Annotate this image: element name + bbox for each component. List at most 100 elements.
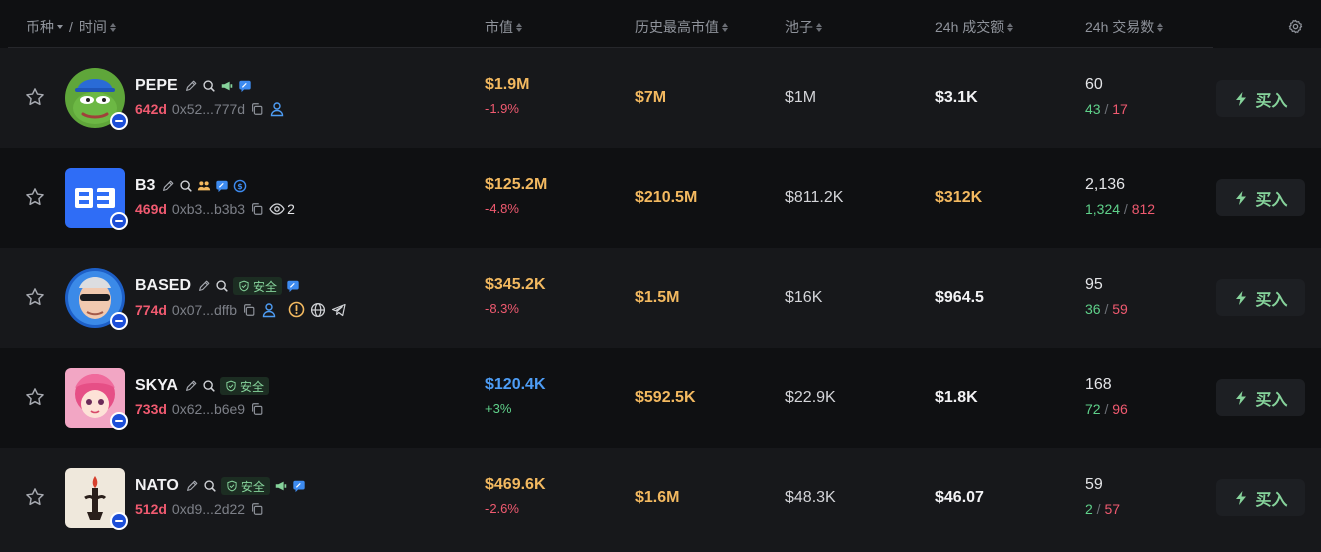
search-icon[interactable] bbox=[202, 379, 216, 393]
header-txs[interactable]: 24h 交易数 bbox=[1085, 17, 1164, 37]
buy-label: 买入 bbox=[1255, 491, 1288, 509]
header-volume[interactable]: 24h 成交额 bbox=[935, 17, 1014, 37]
star-icon[interactable] bbox=[24, 86, 46, 108]
user-icon[interactable] bbox=[269, 101, 285, 117]
sort-icon[interactable] bbox=[1157, 22, 1164, 32]
eye-icon[interactable] bbox=[269, 201, 285, 217]
chat-icon[interactable] bbox=[292, 479, 306, 493]
star-icon[interactable] bbox=[24, 486, 46, 508]
header-mcap-label: 市值 bbox=[485, 19, 513, 35]
buy-sell-count: 2 / 57 bbox=[1085, 501, 1120, 517]
token-age: 733d bbox=[135, 401, 167, 417]
token-address: 0xd9...2d22 bbox=[171, 501, 246, 517]
token-sub-line: 774d 0x07...dffb bbox=[135, 301, 347, 318]
pencil-icon[interactable] bbox=[184, 379, 198, 393]
megaphone-icon[interactable] bbox=[220, 79, 234, 93]
header-ath[interactable]: 历史最高市值 bbox=[635, 17, 728, 37]
pencil-icon[interactable] bbox=[184, 79, 198, 93]
star-icon[interactable] bbox=[24, 186, 46, 208]
bolt-icon bbox=[1233, 489, 1249, 507]
token-symbol[interactable]: SKYA bbox=[135, 377, 178, 395]
search-icon[interactable] bbox=[179, 179, 193, 193]
chain-badge bbox=[110, 312, 128, 330]
token-symbol[interactable]: BASED bbox=[135, 277, 191, 295]
avatar bbox=[65, 168, 128, 230]
buy-button[interactable]: 买入 bbox=[1216, 279, 1305, 316]
chain-badge bbox=[110, 512, 128, 530]
header-volume-label: 24h 成交额 bbox=[935, 19, 1005, 35]
table-row[interactable]: BASED 安全 774d 0x07...dffb $345.2K -8.3% … bbox=[0, 248, 1321, 348]
buy-button[interactable]: 买入 bbox=[1216, 179, 1305, 216]
sort-icon[interactable] bbox=[816, 22, 822, 32]
token-sub-line: 642d 0x52...777d bbox=[135, 101, 285, 117]
table-row[interactable]: SKYA 安全 733d 0x62...b6e9 $120.4K +3% $59… bbox=[0, 348, 1321, 448]
token-age: 512d bbox=[135, 501, 167, 517]
buy-sell-count: 72 / 96 bbox=[1085, 401, 1128, 417]
slash: / bbox=[1100, 401, 1113, 417]
search-icon[interactable] bbox=[215, 279, 229, 293]
chat-icon[interactable] bbox=[238, 79, 252, 93]
gear-icon[interactable] bbox=[1288, 19, 1303, 34]
token-symbol[interactable]: PEPE bbox=[135, 77, 178, 95]
pool-value: $22.9K bbox=[785, 389, 836, 406]
warning-icon[interactable] bbox=[288, 301, 305, 318]
buy-button[interactable]: 买入 bbox=[1216, 80, 1305, 117]
bolt-icon bbox=[1233, 289, 1249, 307]
copy-icon[interactable] bbox=[250, 202, 264, 216]
token-name-line: NATO 安全 bbox=[135, 477, 306, 495]
copy-icon[interactable] bbox=[242, 303, 256, 317]
pencil-icon[interactable] bbox=[185, 479, 199, 493]
chat-icon[interactable] bbox=[286, 279, 300, 293]
star-icon[interactable] bbox=[24, 286, 46, 308]
price-change: +3% bbox=[485, 401, 512, 416]
sort-icon[interactable] bbox=[1007, 22, 1014, 32]
pencil-icon[interactable] bbox=[161, 179, 175, 193]
search-icon[interactable] bbox=[202, 79, 216, 93]
sell-count: 812 bbox=[1131, 201, 1156, 217]
buy-label: 买入 bbox=[1255, 291, 1288, 309]
safe-label: 安全 bbox=[240, 479, 265, 494]
table-row[interactable]: B3 469d 0xb3...b3b3 2 $125.2M -4.8% $210… bbox=[0, 148, 1321, 248]
ath-market-cap: $1.5M bbox=[635, 289, 680, 306]
search-icon[interactable] bbox=[203, 479, 217, 493]
token-address: 0x52...777d bbox=[171, 101, 246, 117]
chat-icon[interactable] bbox=[215, 179, 229, 193]
buy-label: 买入 bbox=[1255, 191, 1288, 209]
token-symbol[interactable]: NATO bbox=[135, 477, 179, 495]
table-row[interactable]: PEPE 642d 0x52...777d $1.9M -1.9% $7M $1… bbox=[0, 48, 1321, 148]
sort-icon[interactable] bbox=[109, 22, 116, 32]
globe-icon[interactable] bbox=[310, 302, 326, 318]
table-row[interactable]: NATO 安全 512d 0xd9...2d22 $469.6K -2.6% $… bbox=[0, 448, 1321, 552]
sell-count: 57 bbox=[1104, 501, 1121, 517]
copy-icon[interactable] bbox=[250, 402, 264, 416]
header-coin-time[interactable]: 币种 / 时间 bbox=[26, 17, 116, 37]
slash: / bbox=[1100, 101, 1113, 117]
megaphone-icon[interactable] bbox=[274, 479, 288, 493]
header-time[interactable]: 时间 bbox=[79, 17, 107, 37]
sort-icon[interactable] bbox=[722, 22, 728, 32]
safe-label: 安全 bbox=[239, 379, 264, 394]
copy-icon[interactable] bbox=[250, 502, 264, 516]
buy-button[interactable]: 买入 bbox=[1216, 379, 1305, 416]
coin-icon[interactable] bbox=[233, 179, 247, 193]
star-icon[interactable] bbox=[24, 386, 46, 408]
user-icon[interactable] bbox=[261, 302, 277, 318]
sort-icon[interactable] bbox=[516, 22, 522, 32]
token-name-line: SKYA 安全 bbox=[135, 377, 269, 395]
pencil-icon[interactable] bbox=[197, 279, 211, 293]
telegram-icon[interactable] bbox=[331, 302, 347, 318]
header-pool[interactable]: 池子 bbox=[785, 17, 822, 37]
buy-sell-count: 1,324 / 812 bbox=[1085, 201, 1155, 217]
buy-button[interactable]: 买入 bbox=[1216, 479, 1305, 516]
copy-icon[interactable] bbox=[250, 102, 264, 116]
header-txs-label: 24h 交易数 bbox=[1085, 19, 1155, 35]
market-cap: $345.2K bbox=[485, 276, 546, 293]
header-coin[interactable]: 币种 bbox=[26, 17, 54, 37]
token-symbol[interactable]: B3 bbox=[135, 177, 155, 195]
chevron-down-icon[interactable] bbox=[57, 25, 63, 29]
chain-badge bbox=[110, 212, 128, 230]
avatar bbox=[65, 468, 128, 530]
team-icon[interactable] bbox=[197, 179, 211, 193]
buy-count: 72 bbox=[1085, 401, 1101, 417]
header-mcap[interactable]: 市值 bbox=[485, 17, 522, 37]
